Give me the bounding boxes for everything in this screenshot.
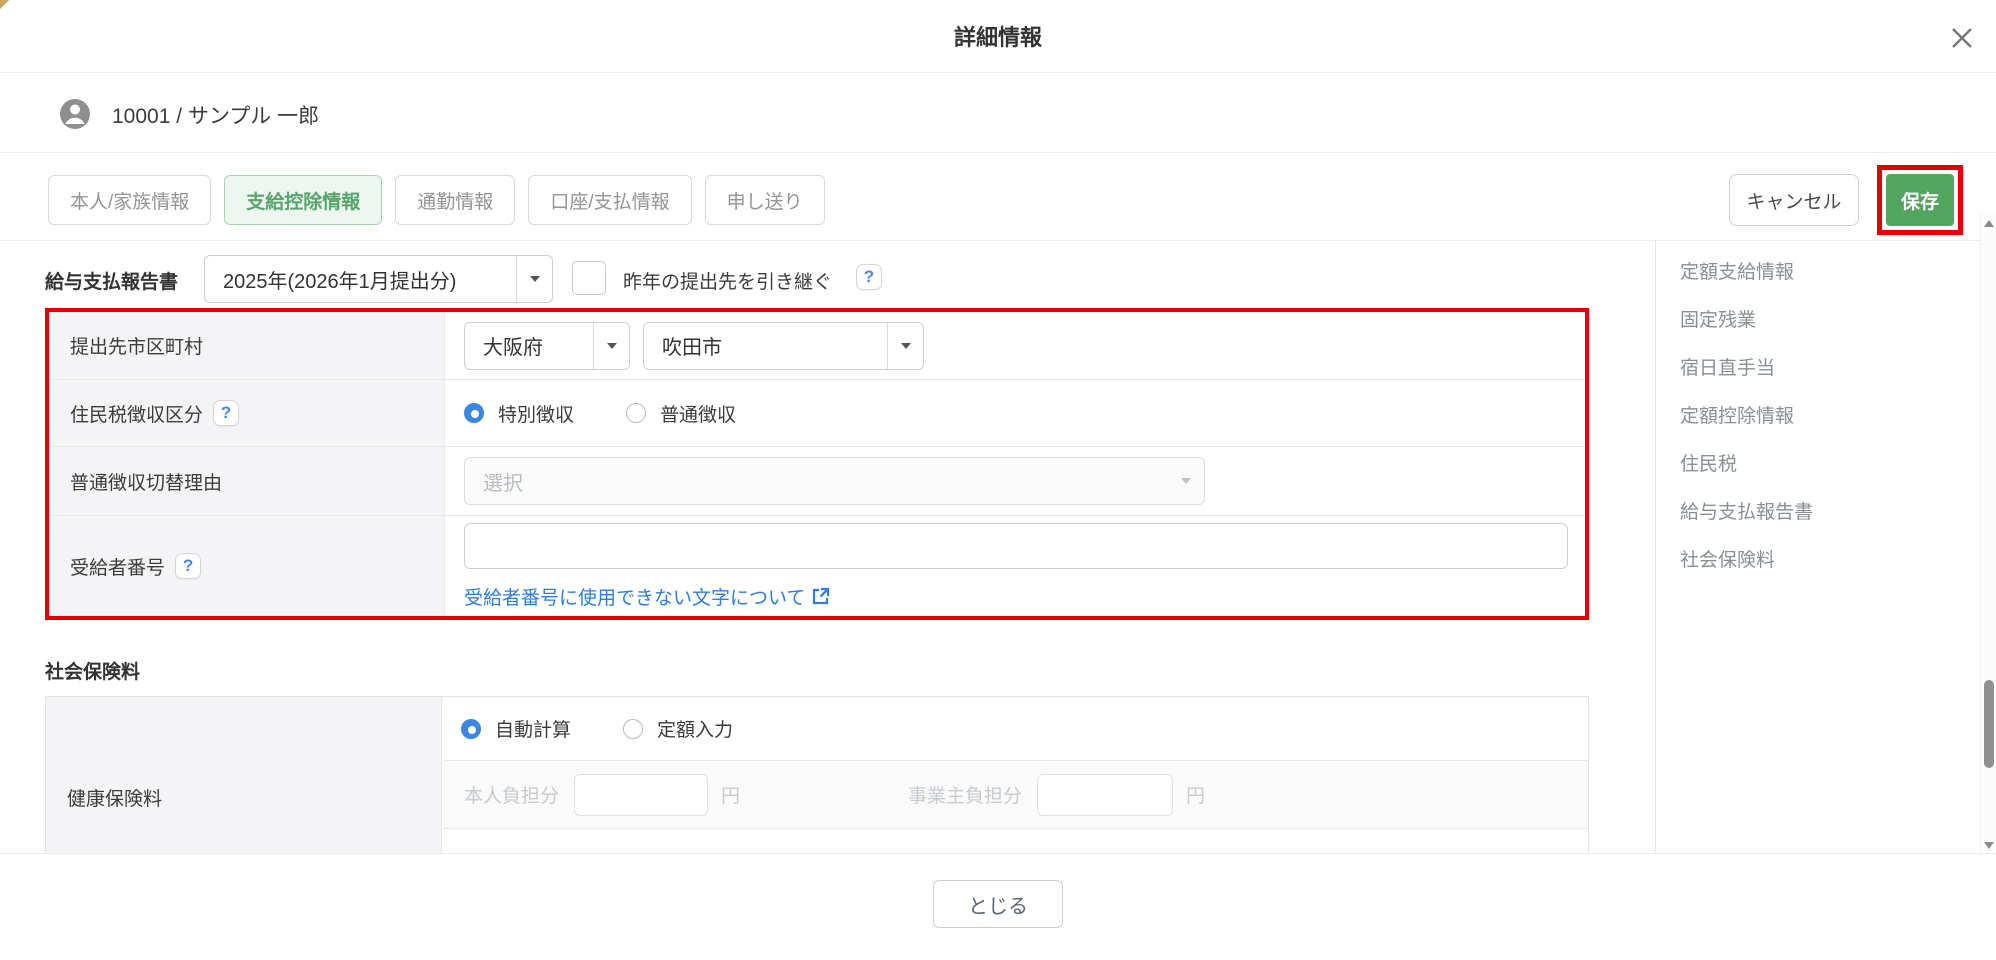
resident-tax-label: 住民税徴収区分 [70, 404, 204, 426]
recipient-number-label: 受給者番号 [70, 557, 166, 579]
chevron-down-icon [1168, 478, 1204, 484]
health-calc-mode-row: 自動計算 定額入力 [443, 697, 1588, 760]
tab-notes[interactable]: 申し送り [704, 175, 825, 225]
sidebar-divider [1655, 240, 1656, 853]
scroll-up-icon[interactable] [1984, 220, 1994, 227]
toolbar-divider [0, 240, 1996, 241]
scrollbar-thumb[interactable] [1984, 680, 1994, 768]
sidebar-item-night-duty-allowance[interactable]: 宿日直手当 [1680, 354, 1813, 383]
carryover-help-icon[interactable]: ? [856, 264, 882, 290]
city-select[interactable]: 吹田市 [643, 321, 924, 370]
carryover-checkbox[interactable] [572, 261, 606, 295]
sidebar-item-payroll-report[interactable]: 給与支払報告書 [1680, 498, 1813, 527]
radio-health-fixed-input-label: 定額入力 [657, 720, 734, 741]
header-divider [0, 72, 1996, 73]
modal-title: 詳細情報 [953, 25, 1042, 50]
tab-payment-deduction[interactable]: 支給控除情報 [224, 175, 383, 225]
employee-divider [0, 152, 1996, 153]
recipient-number-help-icon[interactable]: ? [175, 553, 202, 579]
municipality-label: 提出先市区町村 [70, 337, 204, 358]
municipality-row: 提出先市区町村 大阪府 吹田市 [49, 312, 1585, 379]
health-amounts-row: 本人負担分 円 事業主負担分 円 [443, 761, 1588, 828]
prefecture-value: 大阪府 [483, 337, 543, 359]
health-insurance-label: 健康保険料 [67, 788, 163, 810]
yen-unit: 円 [721, 786, 741, 807]
cancel-button[interactable]: キャンセル [1729, 174, 1859, 226]
chevron-down-icon [593, 322, 629, 369]
recipient-number-link[interactable]: 受給者番号に使用できない文字について [464, 583, 830, 610]
footer-divider [0, 853, 1996, 854]
close-button[interactable] [1944, 20, 1980, 56]
sidebar-item-fixed-deduction-info[interactable]: 定額控除情報 [1680, 402, 1813, 431]
city-value: 吹田市 [662, 337, 722, 359]
detail-modal: 詳細情報 10001 / サンプル 一郎 本人/家族情報 支給控除情報 通勤情報… [0, 0, 1996, 960]
recipient-number-input[interactable] [464, 522, 1568, 569]
radio-health-auto-calc-label: 自動計算 [495, 720, 572, 741]
chevron-down-icon [887, 322, 923, 369]
radio-special-collection-label: 特別徴収 [498, 404, 575, 426]
tab-bar: 本人/家族情報 支給控除情報 通勤情報 口座/支払情報 申し送り [48, 175, 825, 225]
scroll-down-icon[interactable] [1984, 842, 1994, 849]
employer-share-label: 事業主負担分 [908, 786, 1023, 807]
highlight-annotation-box: 提出先市区町村 大阪府 吹田市 住民税徴収区分 ? 特別徴収 普通徴収 普通徴収… [45, 308, 1589, 620]
chevron-down-icon [516, 256, 552, 302]
footer-close-button[interactable]: とじる [933, 880, 1063, 928]
resident-tax-help-icon[interactable]: ? [213, 400, 240, 426]
sidebar-item-resident-tax[interactable]: 住民税 [1680, 450, 1813, 479]
sidebar-item-fixed-overtime[interactable]: 固定残業 [1680, 306, 1813, 335]
report-year-select[interactable]: 2025年(2026年1月提出分) [204, 255, 553, 303]
payroll-report-label: 給与支払報告書 [45, 272, 179, 293]
close-icon [1952, 28, 1972, 48]
employee-share-input [574, 773, 709, 816]
recipient-number-row: 受給者番号 ? 受給者番号に使用できない文字について [49, 516, 1585, 616]
report-year-value: 2025年(2026年1月提出分) [223, 270, 457, 293]
tab-account-payment[interactable]: 口座/支払情報 [528, 175, 692, 225]
tab-personal-family[interactable]: 本人/家族情報 [48, 175, 212, 225]
corner-artifact [0, 0, 10, 10]
scrollbar[interactable] [1980, 212, 1996, 855]
sidebar-item-fixed-payment-info[interactable]: 定額支給情報 [1680, 258, 1813, 287]
recipient-number-link-text: 受給者番号に使用できない文字について [464, 587, 806, 609]
next-insurance-row-clipped: 自動計算 定額入力 [443, 829, 1588, 853]
radio-health-fixed-input[interactable] [623, 718, 644, 739]
radio-health-auto-calc[interactable] [461, 718, 481, 739]
yen-unit: 円 [1186, 786, 1206, 807]
switch-reason-row: 普通徴収切替理由 選択 [49, 447, 1585, 515]
carryover-label: 昨年の提出先を引き継ぐ [623, 272, 833, 293]
tab-commute[interactable]: 通勤情報 [395, 175, 516, 225]
employee-share-label: 本人負担分 [464, 786, 560, 807]
external-link-icon [813, 587, 830, 604]
switch-reason-label: 普通徴収切替理由 [70, 472, 223, 494]
radio-ordinary-collection-label: 普通徴収 [660, 404, 737, 426]
radio-special-collection[interactable] [464, 403, 484, 423]
radio-ordinary-collection[interactable] [626, 403, 647, 423]
sidebar-item-social-insurance[interactable]: 社会保険料 [1680, 546, 1813, 575]
employee-name: 10001 / サンプル 一郎 [112, 105, 320, 128]
switch-reason-select: 選択 [464, 457, 1205, 505]
switch-reason-placeholder: 選択 [483, 472, 523, 495]
employer-share-input [1037, 773, 1174, 816]
section-nav: 定額支給情報 固定残業 宿日直手当 定額控除情報 住民税 給与支払報告書 社会保… [1680, 258, 1813, 575]
save-annotation-box: 保存 [1877, 165, 1963, 235]
prefecture-select[interactable]: 大阪府 [464, 321, 630, 370]
resident-tax-row: 住民税徴収区分 ? 特別徴収 普通徴収 [49, 380, 1585, 446]
social-insurance-heading: 社会保険料 [45, 662, 141, 683]
health-insurance-section: 健康保険料 自動計算 定額入力 本人負担分 円 事業主負担分 円 自動計算 [45, 696, 1589, 853]
person-icon [60, 99, 90, 129]
save-button[interactable]: 保存 [1886, 174, 1954, 226]
employee-avatar [55, 94, 95, 139]
